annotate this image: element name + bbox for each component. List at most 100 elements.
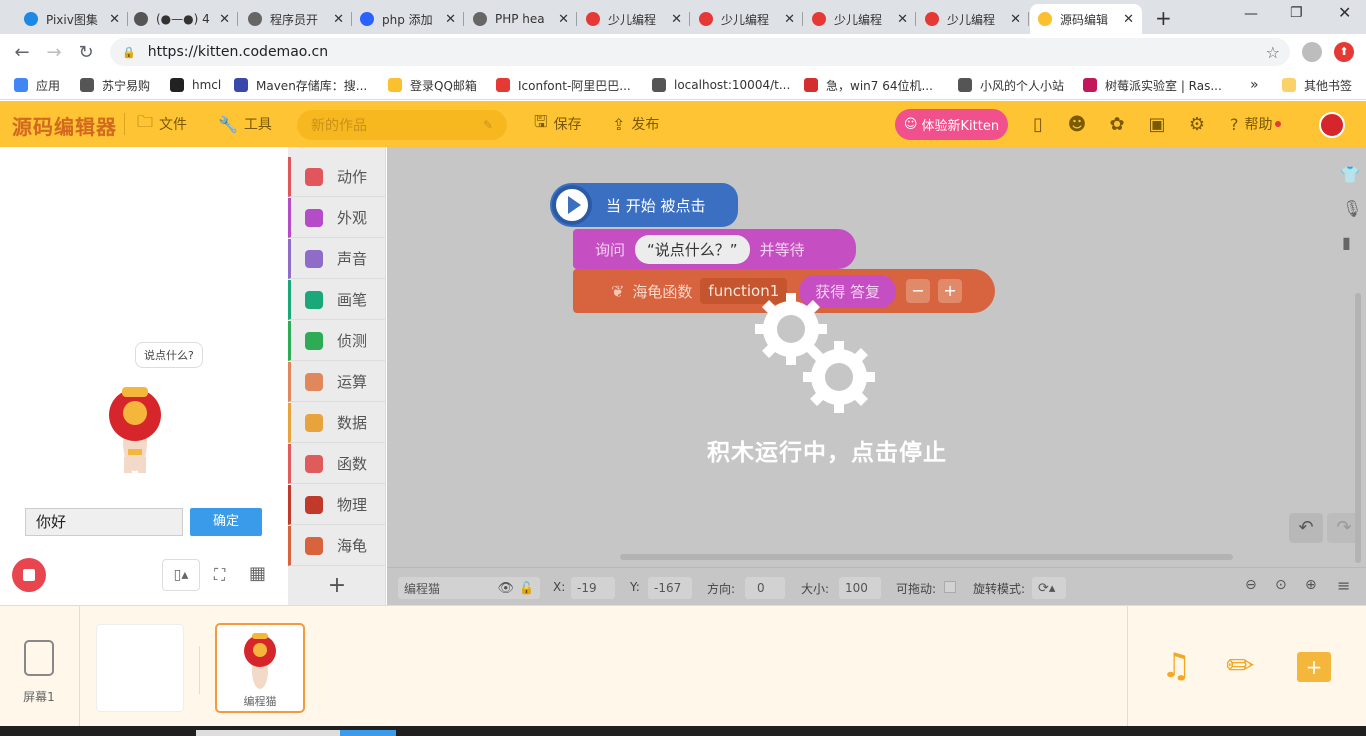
draggable-checkbox[interactable] xyxy=(944,581,956,593)
save-button[interactable]: 🖫 保存 xyxy=(534,101,582,147)
address-bar[interactable]: 🔒 https://kitten.codemao.cn ☆ xyxy=(110,38,1290,66)
horizontal-scrollbar[interactable] xyxy=(620,554,1233,560)
close-tab-icon[interactable]: ✕ xyxy=(333,12,344,27)
browser-tab[interactable]: (●—●) 4 ✕ xyxy=(126,4,238,34)
materials-icon[interactable]: ▣ xyxy=(1146,113,1168,135)
add-category-button[interactable]: + xyxy=(288,567,386,605)
add-folder-icon[interactable]: + xyxy=(1297,652,1331,682)
bookmark-item[interactable]: 树莓派实验室 | Ras... xyxy=(1083,76,1222,94)
category-item[interactable]: 数据 xyxy=(288,403,386,443)
browser-tab[interactable]: Pixiv图集 ✕ xyxy=(16,4,128,34)
category-item[interactable]: 声音 xyxy=(288,239,386,279)
try-new-kitten-button[interactable]: ☺ 体验新Kitten xyxy=(895,109,1008,140)
close-tab-icon[interactable]: ✕ xyxy=(1123,12,1134,27)
costume-icon[interactable]: 👕 xyxy=(1340,165,1360,184)
file-menu[interactable]: 🗀 文件 xyxy=(137,101,187,147)
help-button[interactable]: ? 帮助 xyxy=(1230,101,1281,147)
restore-icon[interactable]: ❐ xyxy=(1290,5,1303,21)
category-item[interactable]: 侦测 xyxy=(288,321,386,361)
minimize-icon[interactable]: — xyxy=(1244,6,1258,22)
project-name-input[interactable]: 新的作品 ✎ xyxy=(297,110,507,140)
other-bookmarks[interactable]: 其他书签 xyxy=(1282,76,1352,94)
forward-icon[interactable]: → xyxy=(42,40,66,64)
bookmark-item[interactable]: localhost:10004/t... xyxy=(652,76,790,94)
browser-tab[interactable]: php 添加 ✕ xyxy=(352,4,464,34)
star-icon[interactable]: ☆ xyxy=(1266,43,1280,62)
settings-icon[interactable]: ⚙ xyxy=(1186,113,1208,135)
stop-button[interactable] xyxy=(12,558,46,592)
block-ask[interactable]: 询问 “说点什么？” 并等待 xyxy=(573,229,856,269)
close-tab-icon[interactable]: ✕ xyxy=(219,12,230,27)
category-item[interactable]: 函数 xyxy=(288,444,386,484)
close-window-icon[interactable]: ✕ xyxy=(1338,3,1351,22)
taskbar-item-active[interactable] xyxy=(340,730,396,736)
direction-input[interactable]: 0 xyxy=(745,577,785,599)
browser-tab[interactable]: 少儿编程 ✕ xyxy=(917,4,1029,34)
browser-tab[interactable]: 少儿编程 ✕ xyxy=(804,4,916,34)
y-input[interactable]: -167 xyxy=(648,577,692,599)
microphone-icon[interactable]: 🎙 xyxy=(1342,199,1362,218)
close-tab-icon[interactable]: ✕ xyxy=(1010,12,1021,27)
close-tab-icon[interactable]: ✕ xyxy=(445,12,456,27)
bookmark-item[interactable]: hmcl xyxy=(170,76,221,94)
tools-menu[interactable]: 🔧 工具 xyxy=(218,101,272,147)
new-tab-button[interactable]: + xyxy=(1155,6,1172,30)
zoom-out-icon[interactable]: ⊖ xyxy=(1245,577,1257,593)
bookmark-item[interactable]: 应用 xyxy=(14,76,60,94)
rotation-mode-select[interactable]: ⟳▴ xyxy=(1032,577,1066,599)
plus-button[interactable]: + xyxy=(938,279,963,303)
answer-input[interactable]: 你好 xyxy=(25,508,183,536)
app-logo[interactable]: 源码编辑器 xyxy=(12,111,117,140)
browser-tab[interactable]: 程序员开 ✕ xyxy=(240,4,352,34)
music-icon[interactable]: ♫ xyxy=(1161,646,1191,686)
block-when-start-clicked[interactable]: 当 开始 被点击 xyxy=(550,183,738,227)
screen-thumbnail[interactable]: 屏幕1 xyxy=(14,640,64,712)
category-item[interactable]: 物理 xyxy=(288,485,386,525)
back-icon[interactable]: ← xyxy=(10,40,34,64)
chart-icon[interactable]: ▮ xyxy=(1342,233,1351,252)
browser-tab[interactable]: 源码编辑 ✕ xyxy=(1030,4,1142,34)
paint-pencil-icon[interactable]: ✏ xyxy=(1226,646,1255,686)
reload-icon[interactable]: ↻ xyxy=(74,40,98,64)
bookmark-item[interactable]: 登录QQ邮箱 xyxy=(388,76,477,94)
zoom-in-icon[interactable]: ⊕ xyxy=(1305,577,1317,593)
eye-icon[interactable]: 👁 xyxy=(497,581,514,596)
minus-button[interactable]: − xyxy=(906,279,931,303)
grid-icon[interactable]: ▦ xyxy=(249,563,266,584)
stage-canvas[interactable]: 说点什么? 你好 确定 xyxy=(10,155,286,536)
sprite-name-field[interactable]: 编程猫 👁 🔓 xyxy=(398,577,540,599)
category-item[interactable]: 海龟 xyxy=(288,526,386,566)
bookmark-item[interactable]: Maven存储库：搜... xyxy=(234,76,367,94)
user-avatar[interactable] xyxy=(1319,112,1345,138)
bookmarks-more-button[interactable]: » xyxy=(1250,76,1259,94)
pet-icon[interactable]: ☻ xyxy=(1066,113,1088,135)
close-tab-icon[interactable]: ✕ xyxy=(784,12,795,27)
extensions-icon[interactable]: ✿ xyxy=(1106,113,1128,135)
gears-icon[interactable] xyxy=(753,293,883,413)
bookmark-item[interactable]: 苏宁易购 xyxy=(80,76,150,94)
menu-icon[interactable]: ≡ xyxy=(1337,576,1350,595)
zoom-reset-icon[interactable]: ⊙ xyxy=(1275,577,1287,593)
fullscreen-icon[interactable]: ⛶ xyxy=(214,565,225,585)
category-item[interactable]: 运算 xyxy=(288,362,386,402)
close-tab-icon[interactable]: ✕ xyxy=(109,12,120,27)
publish-button[interactable]: ⇪ 发布 xyxy=(612,101,659,147)
code-workspace[interactable]: 当 开始 被点击 询问 “说点什么？” 并等待 ❦ 海龟函数 function1… xyxy=(387,147,1366,567)
device-select[interactable]: ▯▴ xyxy=(162,559,200,591)
category-item[interactable]: 动作 xyxy=(288,157,386,197)
close-tab-icon[interactable]: ✕ xyxy=(671,12,682,27)
ask-text-input[interactable]: “说点什么？” xyxy=(635,234,750,264)
bookmark-item[interactable]: 小风的个人小站 xyxy=(958,76,1064,94)
vertical-scrollbar[interactable] xyxy=(1355,293,1361,563)
bookmark-item[interactable]: Iconfont-阿里巴巴... xyxy=(496,76,631,94)
codemao-cat-sprite[interactable] xyxy=(102,379,168,479)
x-input[interactable]: -19 xyxy=(571,577,615,599)
category-item[interactable]: 外观 xyxy=(288,198,386,238)
bookmark-item[interactable]: 急，win7 64位机... xyxy=(804,76,933,94)
close-tab-icon[interactable]: ✕ xyxy=(897,12,908,27)
close-tab-icon[interactable]: ✕ xyxy=(558,12,569,27)
sprite-thumbnail-selected[interactable]: 编程猫 xyxy=(215,623,305,713)
browser-tab[interactable]: 少儿编程 ✕ xyxy=(578,4,690,34)
browser-tab[interactable]: PHP hea ✕ xyxy=(465,4,577,34)
size-input[interactable]: 100 xyxy=(839,577,881,599)
